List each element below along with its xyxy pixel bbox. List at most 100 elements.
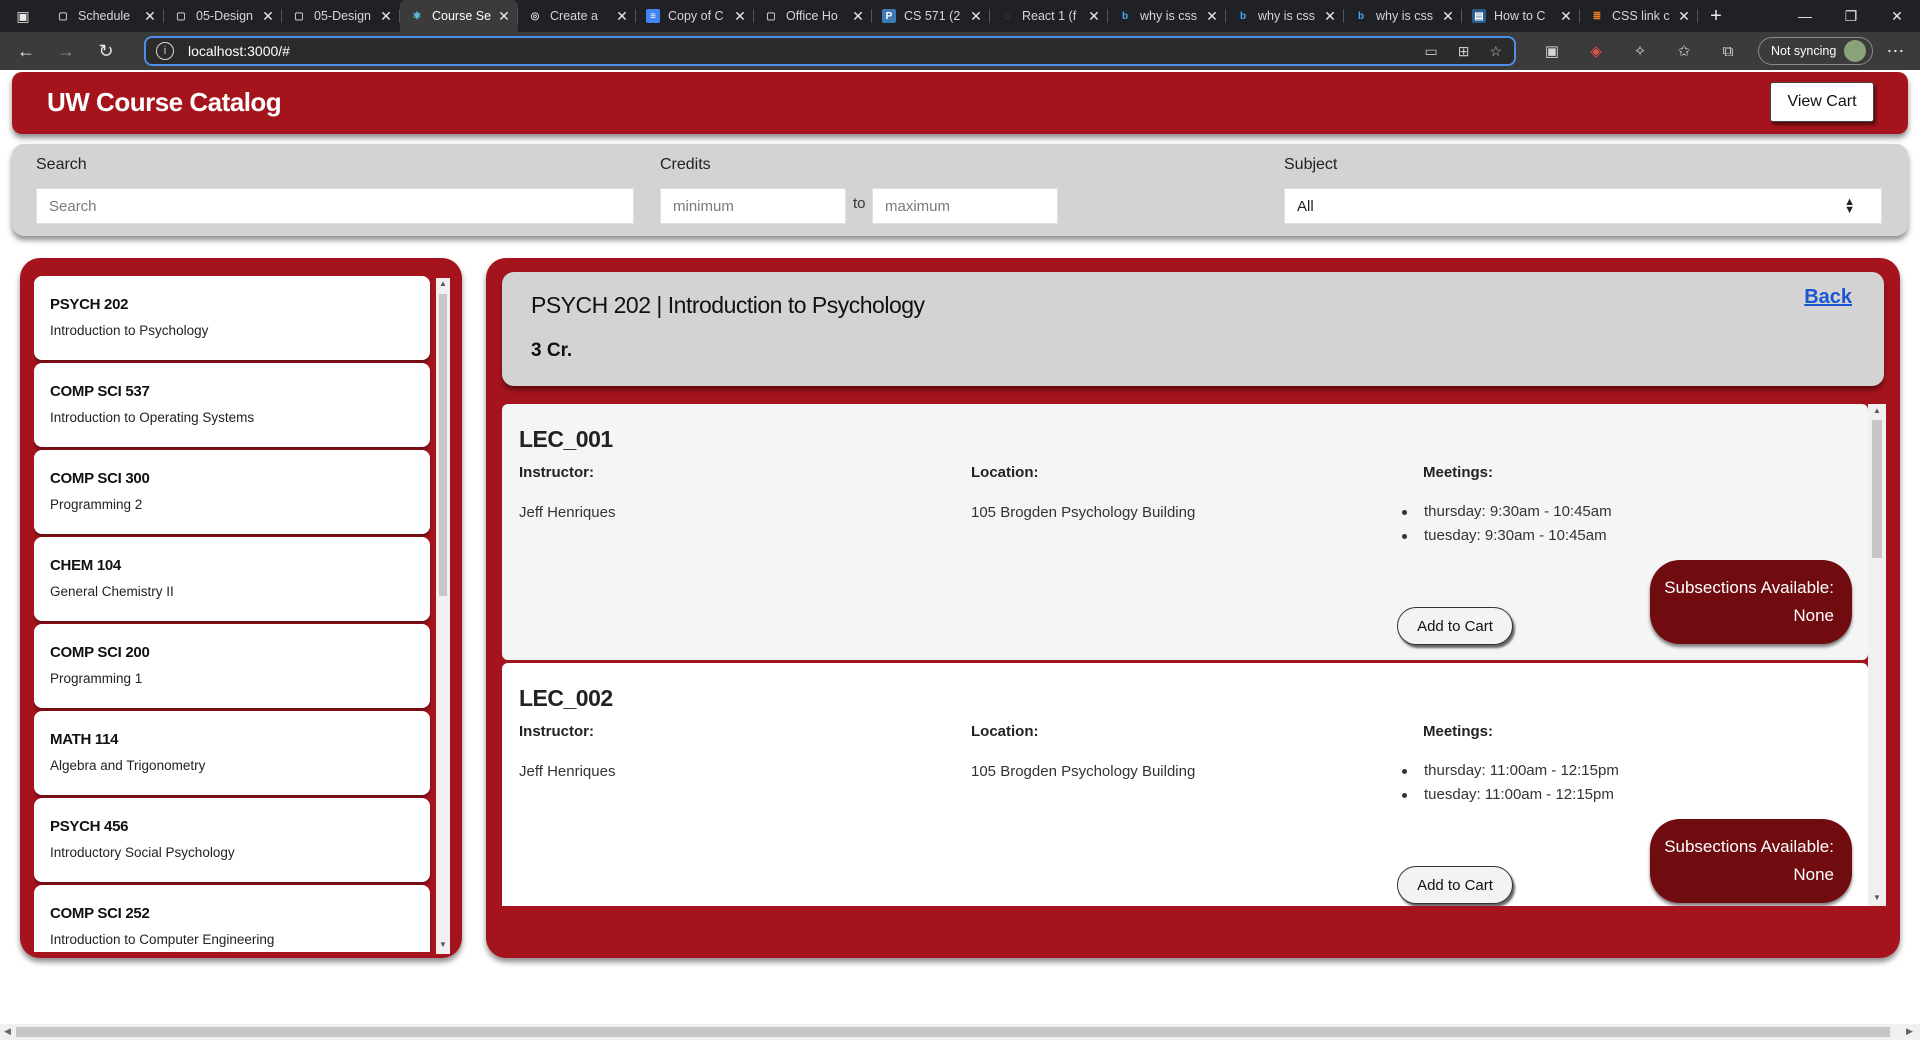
collections-icon[interactable]: ⧉ xyxy=(1706,32,1750,70)
add-to-cart-button[interactable]: Add to Cart xyxy=(1397,607,1513,645)
browser-tab[interactable]: ▢ Office Ho ✕ xyxy=(754,0,872,32)
back-arrow-icon[interactable]: ← xyxy=(6,32,46,70)
scroll-thumb[interactable] xyxy=(439,294,447,596)
browser-tab[interactable]: ≡ Copy of C ✕ xyxy=(636,0,754,32)
scroll-down-icon[interactable]: ▼ xyxy=(439,940,447,949)
browser-tab[interactable]: ▢ 05-Design ✕ xyxy=(282,0,400,32)
course-card[interactable]: PSYCH 202 Introduction to Psychology xyxy=(34,276,430,360)
extension-red-icon[interactable]: ◈ xyxy=(1574,32,1618,70)
forward-arrow-icon[interactable]: → xyxy=(46,32,86,70)
course-code: PSYCH 456 xyxy=(50,818,129,835)
restore-icon[interactable]: ❐ xyxy=(1828,0,1874,32)
browser-tab[interactable]: b why is css ✕ xyxy=(1108,0,1226,32)
course-name: Introduction to Psychology xyxy=(50,323,209,338)
url-text[interactable]: localhost:3000/# xyxy=(188,43,290,59)
new-tab-button[interactable]: + xyxy=(1698,5,1734,28)
course-card[interactable]: MATH 114 Algebra and Trigonometry xyxy=(34,711,430,795)
extension-icon[interactable]: ▣ xyxy=(1530,32,1574,70)
close-tab-icon[interactable]: ✕ xyxy=(1440,8,1456,25)
search-input[interactable]: Search xyxy=(36,188,634,224)
add-to-cart-button[interactable]: Add to Cart xyxy=(1397,866,1513,904)
page-favicon-icon: ▢ xyxy=(294,10,304,22)
credits-label: Credits xyxy=(660,156,711,173)
minimize-icon[interactable]: — xyxy=(1782,0,1828,32)
tab-actions-icon[interactable]: ▣ xyxy=(0,0,46,32)
course-card[interactable]: COMP SCI 200 Programming 1 xyxy=(34,624,430,708)
browser-tab[interactable]: ▢ Schedule ✕ xyxy=(46,0,164,32)
scroll-thumb[interactable] xyxy=(16,1027,1890,1037)
browser-tab[interactable]: ⚛ Course Se ✕ xyxy=(400,0,518,32)
course-card[interactable]: COMP SCI 537 Introduction to Operating Sy… xyxy=(34,363,430,447)
browser-tab[interactable]: ▤ How to C ✕ xyxy=(1462,0,1580,32)
back-link[interactable]: Back xyxy=(1804,286,1852,309)
credits-max-input[interactable]: maximum xyxy=(872,188,1058,224)
close-tab-icon[interactable]: ✕ xyxy=(1086,8,1102,25)
browser-tab[interactable]: ≣ CSS link c ✕ xyxy=(1580,0,1698,32)
course-list-scrollbar[interactable]: ▲ ▼ xyxy=(436,278,450,954)
browser-tab[interactable]: ▢ 05-Design ✕ xyxy=(164,0,282,32)
tab-title: why is css xyxy=(1376,9,1433,23)
close-tab-icon[interactable]: ✕ xyxy=(968,8,984,25)
scroll-up-icon[interactable]: ▲ xyxy=(439,279,447,288)
address-bar[interactable]: i localhost:3000/# ▭ ⊞ ☆ xyxy=(144,36,1516,66)
close-tab-icon[interactable]: ✕ xyxy=(378,8,394,25)
sync-label: Not syncing xyxy=(1771,44,1837,58)
credits-to-text: to xyxy=(853,195,866,212)
view-cart-button[interactable]: View Cart xyxy=(1770,82,1874,122)
close-tab-icon[interactable]: ✕ xyxy=(1322,8,1338,25)
scroll-up-icon[interactable]: ▲ xyxy=(1873,406,1881,415)
browser-tab[interactable]: P CS 571 (2 ✕ xyxy=(872,0,990,32)
favorites-icon[interactable]: ✩ xyxy=(1662,32,1706,70)
sync-button[interactable]: Not syncing xyxy=(1758,37,1874,65)
browser-tab[interactable]: ◌ React 1 (f ✕ xyxy=(990,0,1108,32)
stackoverflow-favicon-icon: ≣ xyxy=(1592,10,1602,22)
site-info-icon[interactable]: i xyxy=(156,42,174,60)
tab-title: Course Se xyxy=(432,9,492,23)
close-tab-icon[interactable]: ✕ xyxy=(1204,8,1220,25)
tab-title: Copy of C xyxy=(668,9,724,23)
course-card[interactable]: COMP SCI 252 Introduction to Computer Eng… xyxy=(34,885,430,952)
course-credits: 3 Cr. xyxy=(531,340,573,361)
meeting-item: thursday: 9:30am - 10:45am xyxy=(1402,500,1612,524)
course-code: MATH 114 xyxy=(50,731,119,748)
close-window-icon[interactable]: ✕ xyxy=(1874,0,1920,32)
credits-min-input[interactable]: minimum xyxy=(660,188,846,224)
browser-tab[interactable]: b why is css ✕ xyxy=(1226,0,1344,32)
close-tab-icon[interactable]: ✕ xyxy=(260,8,276,25)
close-tab-icon[interactable]: ✕ xyxy=(850,8,866,25)
course-code: PSYCH 202 xyxy=(50,296,129,313)
location-heading: Location: xyxy=(971,464,1039,481)
scroll-down-icon[interactable]: ▼ xyxy=(1873,893,1881,902)
course-card[interactable]: PSYCH 456 Introductory Social Psychology xyxy=(34,798,430,882)
browser-tab[interactable]: ◎ Create a ✕ xyxy=(518,0,636,32)
close-tab-icon[interactable]: ✕ xyxy=(496,8,512,25)
scroll-thumb[interactable] xyxy=(1872,420,1882,558)
close-tab-icon[interactable]: ✕ xyxy=(1676,8,1692,25)
scroll-right-icon[interactable]: ▶ xyxy=(1906,1026,1913,1037)
close-tab-icon[interactable]: ✕ xyxy=(142,8,158,25)
read-aloud-icon[interactable]: ▭ xyxy=(1424,43,1437,60)
course-name: Introductory Social Psychology xyxy=(50,845,235,860)
close-tab-icon[interactable]: ✕ xyxy=(732,8,748,25)
page-horizontal-scrollbar[interactable]: ◀ ▶ xyxy=(0,1024,1920,1040)
section-list-scrollbar[interactable]: ▲ ▼ xyxy=(1868,404,1886,906)
scroll-left-icon[interactable]: ◀ xyxy=(4,1026,11,1037)
subject-select[interactable]: All ▲ ▼ xyxy=(1284,188,1882,224)
course-card[interactable]: COMP SCI 300 Programming 2 xyxy=(34,450,430,534)
close-tab-icon[interactable]: ✕ xyxy=(1558,8,1574,25)
location-value: 105 Brogden Psychology Building xyxy=(971,763,1196,780)
subsections-badge[interactable]: Subsections Available: None xyxy=(1650,560,1852,644)
subsections-badge[interactable]: Subsections Available: None xyxy=(1650,819,1852,903)
extensions-puzzle-icon[interactable]: ✧ xyxy=(1618,32,1662,70)
course-title: PSYCH 202 | Introduction to Psychology xyxy=(531,292,925,318)
app-available-icon[interactable]: ⊞ xyxy=(1458,43,1470,60)
browser-tab[interactable]: b why is css ✕ xyxy=(1344,0,1462,32)
close-tab-icon[interactable]: ✕ xyxy=(614,8,630,25)
section-name: LEC_002 xyxy=(519,685,613,711)
course-name: Programming 1 xyxy=(50,671,143,686)
refresh-icon[interactable]: ↻ xyxy=(86,32,126,70)
course-card[interactable]: CHEM 104 General Chemistry II xyxy=(34,537,430,621)
course-code: COMP SCI 537 xyxy=(50,383,150,400)
favorite-star-icon[interactable]: ☆ xyxy=(1489,43,1502,60)
more-menu-icon[interactable]: ⋯ xyxy=(1873,41,1917,62)
